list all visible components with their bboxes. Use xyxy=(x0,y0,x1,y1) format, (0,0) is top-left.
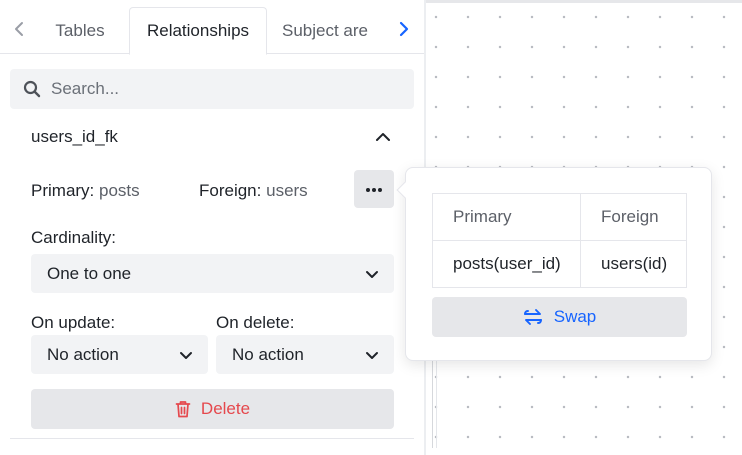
cardinality-select[interactable]: One to one xyxy=(31,254,394,293)
delete-button[interactable]: Delete xyxy=(31,389,394,429)
chevron-up-icon[interactable] xyxy=(372,126,394,148)
header-foreign: Foreign xyxy=(580,193,687,241)
tab-relationships[interactable]: Relationships xyxy=(129,7,267,55)
canvas-top-border xyxy=(424,0,742,3)
cell-primary: posts(user_id) xyxy=(432,240,581,288)
on-update-value: No action xyxy=(47,344,119,364)
cardinality-value: One to one xyxy=(47,263,132,283)
on-delete-value: No action xyxy=(232,344,304,364)
primary-label: Primary: xyxy=(31,181,95,200)
foreign-table-info: Foreign: users xyxy=(199,181,308,201)
primary-table-info: Primary: posts xyxy=(31,181,140,201)
foreign-value: users xyxy=(266,181,308,200)
side-panel: Tables Relationships Subject are users_i… xyxy=(0,0,424,455)
key-mapping-table: Primary Foreign posts(user_id) users(id) xyxy=(432,193,687,288)
search-input[interactable] xyxy=(51,79,391,99)
trash-icon xyxy=(175,400,191,418)
primary-value: posts xyxy=(99,181,140,200)
cell-foreign: users(id) xyxy=(580,240,687,288)
on-delete-label: On delete: xyxy=(216,313,295,332)
on-update-select[interactable]: No action xyxy=(31,335,208,374)
search-box xyxy=(10,69,414,109)
header-primary: Primary xyxy=(432,193,581,241)
relationship-name[interactable]: users_id_fk xyxy=(31,127,118,147)
table-row: posts(user_id) users(id) xyxy=(432,240,687,288)
tab-bar: Tables Relationships Subject are xyxy=(0,0,424,55)
chevron-left-icon[interactable] xyxy=(10,18,28,40)
chevron-right-icon[interactable] xyxy=(395,18,413,40)
tab-subject-areas[interactable]: Subject are xyxy=(282,7,382,54)
table-header-row: Primary Foreign xyxy=(432,193,687,241)
delete-label: Delete xyxy=(200,399,251,418)
search-icon xyxy=(23,80,41,98)
on-update-label: On update: xyxy=(31,313,116,332)
tab-tables[interactable]: Tables xyxy=(42,7,118,54)
more-horizontal-icon xyxy=(365,180,383,198)
chevron-down-icon xyxy=(364,347,380,363)
cardinality-label: Cardinality: xyxy=(31,228,117,247)
on-delete-select[interactable]: No action xyxy=(216,335,394,374)
section-divider xyxy=(10,438,414,439)
chevron-down-icon xyxy=(364,266,380,282)
relationship-details-popover: Primary Foreign posts(user_id) users(id)… xyxy=(396,167,712,361)
foreign-label: Foreign: xyxy=(199,181,262,200)
swap-label: Swap xyxy=(553,307,597,326)
chevron-down-icon xyxy=(178,347,194,363)
more-options-button[interactable] xyxy=(354,170,394,208)
swap-icon xyxy=(523,308,543,326)
swap-button[interactable]: Swap xyxy=(432,297,687,337)
